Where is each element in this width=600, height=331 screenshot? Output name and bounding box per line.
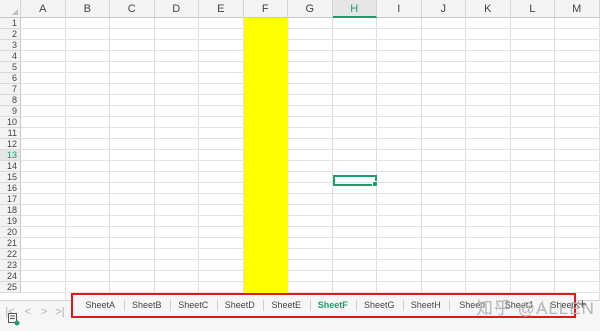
macro-record-icon[interactable] bbox=[8, 313, 20, 326]
grid-horizontal-line bbox=[21, 204, 600, 205]
row-header-10[interactable]: 10 bbox=[0, 117, 21, 128]
column-header-c[interactable]: C bbox=[110, 0, 155, 18]
sheet-tab-sheeta[interactable]: SheetA bbox=[77, 298, 124, 313]
column-header-b[interactable]: B bbox=[65, 0, 110, 18]
column-header-d[interactable]: D bbox=[154, 0, 199, 18]
column-header-j[interactable]: J bbox=[421, 0, 466, 18]
row-header-17[interactable]: 17 bbox=[0, 194, 21, 205]
grid-horizontal-line bbox=[21, 83, 600, 84]
sheet-tab-sheetd[interactable]: SheetD bbox=[217, 298, 264, 313]
row-header-16[interactable]: 16 bbox=[0, 183, 21, 194]
sheet-tab-sheetc[interactable]: SheetC bbox=[170, 298, 217, 313]
row-header-11[interactable]: 11 bbox=[0, 128, 21, 139]
row-header-2[interactable]: 2 bbox=[0, 29, 21, 40]
column-header-l[interactable]: L bbox=[510, 0, 555, 18]
grid-horizontal-line bbox=[21, 50, 600, 51]
grid-horizontal-line bbox=[21, 105, 600, 106]
grid-horizontal-line bbox=[21, 226, 600, 227]
grid-horizontal-line bbox=[21, 182, 600, 183]
grid-horizontal-line bbox=[21, 61, 600, 62]
column-header-f[interactable]: F bbox=[243, 0, 288, 18]
row-header-1[interactable]: 1 bbox=[0, 18, 21, 29]
sheet-tab-sheetg[interactable]: SheetG bbox=[356, 298, 403, 313]
row-header-18[interactable]: 18 bbox=[0, 205, 21, 216]
row-header-21[interactable]: 21 bbox=[0, 238, 21, 249]
column-header-a[interactable]: A bbox=[21, 0, 66, 18]
sheet-tab-sheetf[interactable]: SheetF bbox=[310, 298, 357, 313]
fill-handle[interactable] bbox=[372, 181, 378, 187]
grid-horizontal-line bbox=[21, 270, 600, 271]
select-all-corner[interactable] bbox=[0, 0, 21, 18]
grid-horizontal-line bbox=[21, 138, 600, 139]
row-header-9[interactable]: 9 bbox=[0, 106, 21, 117]
column-header-i[interactable]: I bbox=[377, 0, 422, 18]
row-header-3[interactable]: 3 bbox=[0, 40, 21, 51]
tab-separator bbox=[263, 300, 264, 311]
sheet-tab-sheeth[interactable]: SheetH bbox=[403, 298, 450, 313]
tab-separator bbox=[309, 300, 311, 311]
row-header-12[interactable]: 12 bbox=[0, 139, 21, 150]
tab-separator bbox=[449, 300, 450, 311]
grid-horizontal-line bbox=[21, 248, 600, 249]
column-header-g[interactable]: G bbox=[288, 0, 333, 18]
select-all-icon bbox=[12, 9, 18, 15]
grid-horizontal-line bbox=[21, 28, 600, 29]
grid-horizontal-line bbox=[21, 160, 600, 161]
highlighted-column-fill bbox=[244, 18, 288, 300]
grid-horizontal-line bbox=[21, 39, 600, 40]
row-header-14[interactable]: 14 bbox=[0, 161, 21, 172]
row-header-13[interactable]: 13 bbox=[0, 150, 21, 161]
active-cell-selection[interactable] bbox=[333, 175, 378, 187]
last-sheet-button[interactable]: >| bbox=[54, 306, 66, 318]
add-sheet-button[interactable]: + bbox=[578, 296, 587, 313]
grid-horizontal-line bbox=[21, 237, 600, 238]
tab-separator bbox=[170, 300, 171, 311]
tab-separator bbox=[402, 300, 404, 311]
row-header-20[interactable]: 20 bbox=[0, 227, 21, 238]
next-sheet-button[interactable]: > bbox=[38, 306, 50, 318]
grid-horizontal-line bbox=[21, 215, 600, 216]
tab-separator bbox=[123, 300, 125, 311]
sheet-tab-sheetb[interactable]: SheetB bbox=[124, 298, 171, 313]
grid-horizontal-line bbox=[21, 281, 600, 282]
prev-sheet-button[interactable]: < bbox=[22, 306, 34, 318]
spreadsheet-grid[interactable]: ABCDEFGHIJKLM 1 2 3 4 5 6 7 8 9 10 11 12 13 14 15 16 17 1… bbox=[0, 0, 600, 300]
tab-separator bbox=[216, 300, 218, 311]
column-header-m[interactable]: M bbox=[555, 0, 600, 18]
row-header-23[interactable]: 23 bbox=[0, 260, 21, 271]
grid-horizontal-line bbox=[21, 72, 600, 73]
row-header-15[interactable]: 15 bbox=[0, 172, 21, 183]
column-header-k[interactable]: K bbox=[466, 0, 511, 18]
grid-horizontal-line bbox=[21, 94, 600, 95]
column-header-h[interactable]: H bbox=[332, 0, 377, 18]
row-header-4[interactable]: 4 bbox=[0, 51, 21, 62]
grid-horizontal-line bbox=[21, 193, 600, 194]
row-header-22[interactable]: 22 bbox=[0, 249, 21, 260]
column-header-e[interactable]: E bbox=[199, 0, 244, 18]
row-header-24[interactable]: 24 bbox=[0, 271, 21, 282]
tab-separator bbox=[356, 300, 357, 311]
row-header-25[interactable]: 25 bbox=[0, 282, 21, 293]
grid-horizontal-line bbox=[21, 171, 600, 172]
row-header-6[interactable]: 6 bbox=[0, 73, 21, 84]
row-header-8[interactable]: 8 bbox=[0, 95, 21, 106]
row-header-19[interactable]: 19 bbox=[0, 216, 21, 227]
row-header-5[interactable]: 5 bbox=[0, 62, 21, 73]
grid-horizontal-line bbox=[21, 127, 600, 128]
sheet-tab-sheete[interactable]: SheetE bbox=[263, 298, 310, 313]
grid-horizontal-line bbox=[21, 149, 600, 150]
grid-horizontal-line bbox=[21, 116, 600, 117]
row-header-7[interactable]: 7 bbox=[0, 84, 21, 95]
grid-horizontal-line bbox=[21, 259, 600, 260]
